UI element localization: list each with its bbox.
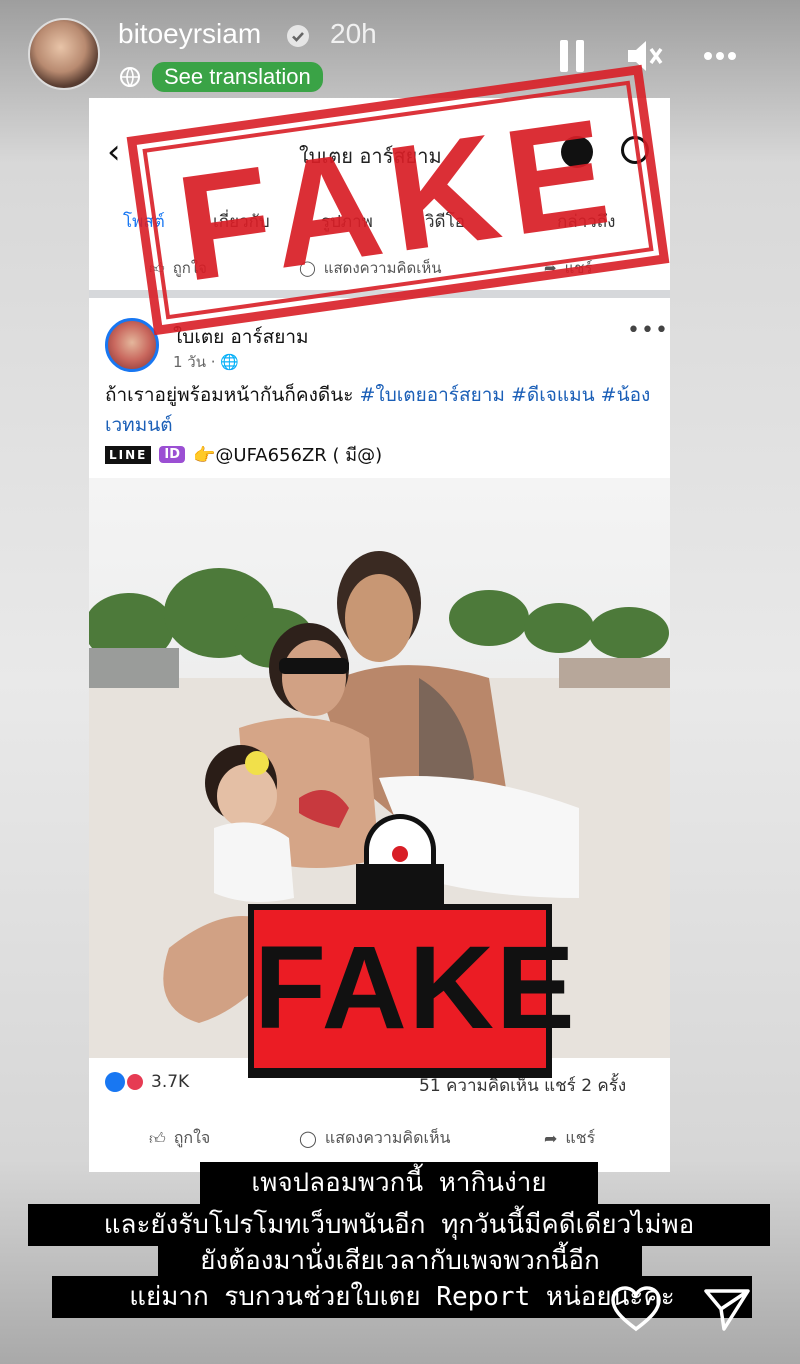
story-username[interactable]: bitoeyrsiam: [118, 18, 261, 50]
post-line-contact: LINE ID 👉@UFA656ZR ( มี@): [105, 440, 382, 469]
comment-icon: ◯: [299, 1129, 317, 1148]
bottom-comment: ◯ แสดงความคิดเห็น: [299, 1128, 451, 1148]
line-contact-text: 👉@UFA656ZR ( มี@): [193, 445, 383, 466]
verified-icon: [287, 25, 309, 47]
pause-icon[interactable]: [552, 36, 592, 76]
post-avatar: [105, 318, 159, 372]
fake-badge: FAKE: [248, 904, 577, 1078]
back-arrow-icon: ‹: [107, 132, 121, 172]
heart-icon[interactable]: [610, 1285, 662, 1333]
reaction-summary: 3.7K: [105, 1072, 189, 1092]
share-icon: ➦: [544, 1129, 558, 1148]
alarm-light-base: [356, 864, 444, 904]
bottom-like: 👍︎ ถูกใจ: [149, 1128, 211, 1148]
love-reaction-icon: [125, 1072, 145, 1092]
id-badge: ID: [159, 446, 185, 463]
globe-icon: [120, 67, 140, 87]
fake-badge-text: FAKE: [254, 922, 577, 1054]
like-reaction-icon: [105, 1072, 125, 1092]
post-time: 1 วัน · 🌐: [173, 353, 239, 371]
story-time: 20h: [330, 18, 377, 49]
story-header: bitoeyrsiam 20h See translation: [0, 0, 800, 110]
fb-bottom-actions: 👍︎ ถูกใจ ◯ แสดงความคิดเห็น ➦ แชร์: [89, 1118, 670, 1158]
see-translation[interactable]: See translation: [118, 62, 323, 92]
caption-line-1: เพจปลอมพวกนี้ หากินง่าย: [200, 1162, 598, 1204]
like-icon: 👍︎: [149, 1128, 166, 1148]
reaction-count: 3.7K: [151, 1072, 190, 1092]
profile-avatar[interactable]: [28, 18, 100, 90]
send-icon[interactable]: [702, 1285, 752, 1333]
post-text: ถ้าเราอยู่พร้อมหน้ากันก็คงดีนะ #ใบเตยอาร…: [105, 384, 651, 436]
alarm-light-dot: [392, 846, 408, 862]
line-logo: LINE: [105, 445, 152, 464]
bottom-share: ➦ แชร์: [544, 1128, 596, 1148]
see-translation-label: See translation: [152, 62, 323, 92]
post-more-icon: •••: [627, 318, 669, 343]
more-options-icon[interactable]: [700, 36, 740, 76]
